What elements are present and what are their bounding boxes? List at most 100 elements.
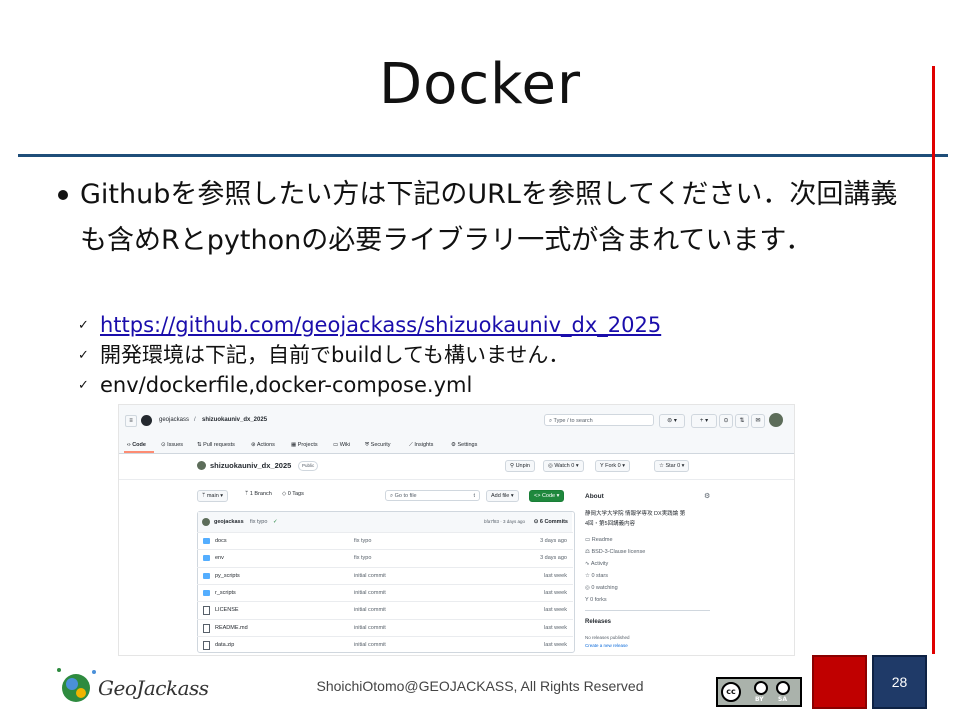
file-commit-message[interactable]: initial commit [354,585,386,602]
file-commit-message[interactable]: initial commit [354,602,386,619]
file-commit-message[interactable]: initial commit [354,620,386,637]
about-readme[interactable]: ▭ Readme [585,537,613,543]
file-commit-time: 3 days ago [540,538,567,544]
file-name[interactable]: py_scripts [215,568,240,585]
cc-icon: cc [721,682,741,702]
cc-license-badge: cc BY SA [716,677,802,707]
about-stars[interactable]: ☆ 0 stars [585,573,608,579]
file-commit-message[interactable]: initial commit [354,637,386,654]
add-file-button[interactable]: Add file ▾ [486,490,519,502]
sub-bullet-url: ✓ https://github.com/geojackass/shizuokau… [78,310,661,341]
folder-icon [203,555,210,562]
file-row[interactable]: py_scripts initial commit last week [197,566,573,585]
menu-icon[interactable]: ≡ [125,415,137,427]
repo-avatar [197,461,206,470]
folder-icon [203,589,210,596]
file-commit-message[interactable]: fix typo [354,533,371,550]
tab-actions[interactable]: ⊛ Actions [251,442,275,448]
branches-link[interactable]: ᛘ 1 Branch [245,491,272,497]
star-button[interactable]: ☆ Star 0 ▾ [654,460,690,472]
tab-pull-requests[interactable]: ⇅ Pull requests [197,442,235,448]
slide-title: Docker [378,52,582,117]
tab-insights[interactable]: ⟋ Insights [409,442,433,449]
github-logo-icon[interactable] [141,415,152,426]
repo-nav: ‹› Code ⊙ Issues ⇅ Pull requests ⊛ Actio… [119,439,794,454]
sa-icon [776,681,790,695]
owner-link[interactable]: geojackass [159,417,189,423]
issues-icon[interactable]: ⊙ [719,414,733,428]
file-row[interactable]: env fix typo 3 days ago [197,549,573,567]
file-icon [203,640,210,650]
tab-settings[interactable]: ⚙ Settings [451,442,477,448]
latest-commit-row: geojackass fix typo ✓ bfa7f83 · 3 days a… [198,512,572,532]
github-screenshot: ≡ geojackass / shizuokauniv_dx_2025 ⌕ Ty… [118,404,795,656]
title-divider [18,154,948,157]
title-divider-line [119,479,794,480]
repo-title: shizuokauniv_dx_2025 [210,461,292,470]
file-name[interactable]: r_scripts [215,585,236,602]
watch-button[interactable]: ◎ Watch 0 ▾ [543,460,584,472]
inbox-icon[interactable]: ✉ [751,414,765,428]
create-new-icon[interactable]: + ▾ [691,414,717,428]
about-forks[interactable]: Y 0 forks [585,597,607,603]
file-row[interactable]: data.zip initial commit last week [197,635,573,654]
file-name[interactable]: env [215,550,224,567]
folder-icon [203,538,210,544]
commit-user[interactable]: geojackass [214,512,244,532]
fork-button[interactable]: Y Fork 0 ▾ [595,460,630,472]
commits-link[interactable]: ⊙ 6 Commits [534,512,568,532]
about-activity[interactable]: ∿ Activity [585,561,608,567]
tab-wiki[interactable]: ▭ Wiki [333,442,350,448]
commit-meta[interactable]: bfa7f83 · 3 days ago [484,512,525,532]
file-commit-time: 3 days ago [540,555,567,562]
tab-issues[interactable]: ⊙ Issues [161,442,183,448]
about-description-2: 4回・第5回講義内容 [585,521,636,527]
file-row[interactable]: docs fix typo 3 days ago [197,532,573,550]
red-vertical-line [932,66,935,654]
geojackass-logo: GeoJackass [50,660,209,712]
about-description-1: 静岡大学大学院 情報学専攻 DX実践論 第 [585,511,686,517]
about-settings-icon[interactable]: ⚙ [704,492,710,500]
file-icon [203,623,210,633]
unpin-button[interactable]: ⚲ Unpin [505,460,535,472]
about-watching[interactable]: ◎ 0 watching [585,585,618,591]
commit-message[interactable]: fix typo [250,512,267,532]
file-row[interactable]: LICENSE initial commit last week [197,601,573,619]
file-row[interactable]: r_scripts initial commit last week [197,583,573,602]
pull-requests-icon[interactable]: ⇅ [735,414,749,428]
about-title: About [585,493,604,500]
file-commit-time: last week [544,624,567,631]
create-release-link[interactable]: Create a new release [585,643,628,648]
about-divider [585,610,710,611]
releases-none: No releases published [585,635,630,640]
releases-title: Releases [585,619,612,625]
check-icon: ✓ [78,348,89,363]
file-name[interactable]: data.zip [215,637,234,654]
file-name[interactable]: README.md [215,620,248,637]
tab-projects[interactable]: ▦ Projects [291,442,318,448]
file-name[interactable]: LICENSE [215,602,239,619]
github-url-link[interactable]: https://github.com/geojackass/shizuokaun… [100,313,661,337]
tags-link[interactable]: ◇ 0 Tags [282,491,304,497]
commit-check-icon: ✓ [273,519,278,525]
code-button[interactable]: <> Code ▾ [529,490,565,502]
sub-bullet-files: ✓ env/dockerfile,docker-compose.yml [78,370,472,401]
file-icon [203,606,210,616]
tab-code[interactable]: ‹› Code [127,442,146,448]
check-icon: ✓ [78,318,89,333]
commit-avatar [202,518,210,526]
about-license[interactable]: ⚖ BSD-3-Clause license [585,549,645,555]
search-input[interactable]: ⌕ Type / to search [544,414,654,426]
github-header: ≡ geojackass / shizuokauniv_dx_2025 ⌕ Ty… [119,405,794,439]
go-to-file-input[interactable]: ⌕ Go to file t [385,490,480,501]
file-name[interactable]: docs [215,533,227,550]
repo-link[interactable]: shizuokauniv_dx_2025 [202,417,267,423]
file-commit-message[interactable]: initial commit [354,568,386,585]
branch-select[interactable]: ᛘ main ▾ [197,490,229,502]
logo-text: GeoJackass [98,676,209,700]
copilot-icon[interactable]: ⊜ ▾ [659,414,685,428]
tab-security[interactable]: ⛨ Security [365,442,391,449]
file-row[interactable]: README.md initial commit last week [197,618,573,637]
avatar[interactable] [769,413,783,427]
file-commit-message[interactable]: fix typo [354,550,371,567]
